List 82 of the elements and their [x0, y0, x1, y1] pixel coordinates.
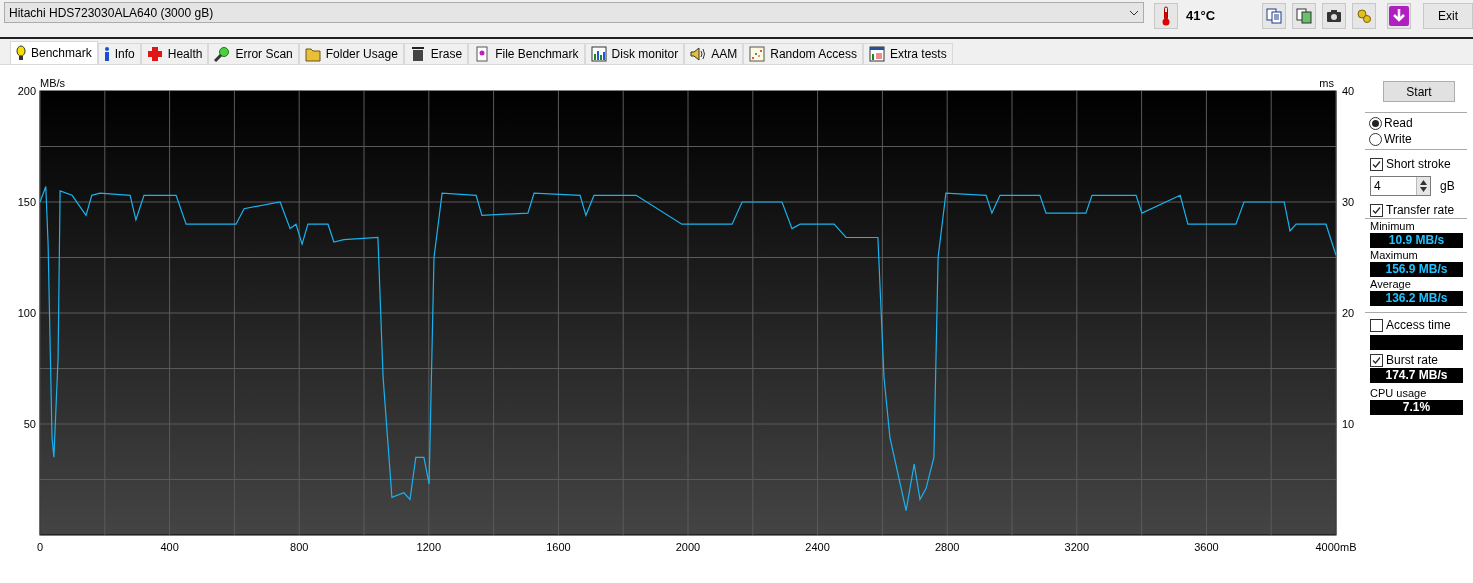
temperature-reading: 41°C — [1186, 6, 1216, 25]
tab[interactable]: Folder Usage — [298, 43, 404, 64]
axis-tick-label: 2400 — [805, 541, 830, 553]
folder-icon — [304, 46, 321, 62]
tab[interactable]: Benchmark — [10, 41, 98, 64]
tab[interactable]: Disk monitor — [584, 43, 685, 64]
axis-tick-label: 150 — [17, 196, 36, 208]
tab[interactable]: Error Scan — [208, 43, 299, 64]
stat-value-display: 10.9 MB/s — [1370, 233, 1463, 248]
download-button[interactable] — [1387, 2, 1412, 29]
tab[interactable]: Erase — [403, 43, 469, 64]
axis-tick-label: 2800 — [934, 541, 960, 553]
checkbox[interactable] — [1370, 353, 1383, 367]
scatter-plot-icon — [749, 46, 766, 62]
unit-label: gB — [1440, 178, 1455, 195]
axis-label: ms — [1319, 77, 1334, 89]
axis-tick-label: 4000mB — [1315, 541, 1357, 553]
drive-dropdown[interactable]: Hitachi HDS723030ALA640 (3000 gB) — [4, 2, 1145, 23]
axis-tick-label: 2000 — [675, 541, 701, 553]
stat-label: CPU usage — [1370, 386, 1428, 400]
checkbox[interactable] — [1370, 203, 1383, 217]
exit-button[interactable]: Exit — [1423, 2, 1473, 29]
axis-tick-label: 20 — [1342, 307, 1355, 319]
radio-option[interactable]: Write — [1369, 131, 1467, 147]
chevron-down-icon — [1129, 9, 1140, 16]
camera-icon — [1326, 8, 1343, 23]
axis-tick-label: 50 — [23, 418, 36, 430]
checkbox[interactable] — [1370, 318, 1383, 332]
burst-rate-display: 174.7 MB/s — [1370, 368, 1463, 383]
checkbox-label: Short stroke — [1386, 156, 1451, 173]
tab[interactable]: File Benchmark — [468, 43, 585, 64]
stat-label: Maximum — [1370, 248, 1419, 262]
document-icon — [474, 46, 491, 62]
stat-value-display: 156.9 MB/s — [1370, 262, 1463, 277]
start-button[interactable]: Start — [1383, 81, 1455, 102]
axis-tick-label: 0 — [36, 541, 44, 553]
magnifier-icon — [214, 46, 231, 62]
checkbox-label: Access time — [1386, 317, 1451, 334]
axis-tick-label: 3600 — [1194, 541, 1219, 553]
options-button[interactable] — [1352, 2, 1377, 29]
stat-label: Minimum — [1370, 219, 1416, 233]
axis-tick-label: 3200 — [1064, 541, 1090, 553]
stat-value-display: 136.2 MB/s — [1370, 291, 1463, 306]
axis-tick-label: 1600 — [546, 541, 571, 553]
thermometer-icon — [1162, 5, 1171, 26]
axis-tick-label: 1200 — [416, 541, 442, 553]
checkbox-label: Burst rate — [1386, 352, 1439, 369]
axis-tick-label: 10 — [1342, 418, 1355, 430]
copy-text-button[interactable] — [1262, 2, 1287, 29]
stat-label: Average — [1370, 277, 1412, 291]
radio-option[interactable]: Read — [1369, 115, 1467, 131]
thermometer-button[interactable] — [1154, 2, 1179, 29]
radio-button[interactable] — [1369, 116, 1382, 130]
lightbulb-icon — [16, 45, 26, 61]
cpu-usage-display: 7.1% — [1370, 400, 1463, 415]
axis-label: MB/s — [40, 77, 66, 89]
axis-tick-label: 200 — [17, 85, 36, 97]
speaker-icon — [690, 46, 707, 62]
cross-icon — [146, 46, 163, 62]
tab[interactable]: Info — [97, 43, 141, 64]
trash-can-icon — [409, 46, 426, 62]
radio-button[interactable] — [1369, 132, 1382, 146]
tab[interactable]: Extra tests — [862, 43, 953, 64]
number-spinner[interactable]: 4 — [1370, 176, 1431, 196]
info-icon — [103, 46, 110, 62]
copy-image-button[interactable] — [1292, 2, 1317, 29]
documents-icon — [1266, 7, 1283, 24]
axis-tick-label: 40 — [1342, 85, 1355, 97]
axis-tick-label: 100 — [17, 307, 36, 319]
bar-graph-icon — [590, 46, 607, 62]
tab[interactable]: Random Access — [743, 43, 863, 64]
axis-tick-label: 800 — [290, 541, 309, 553]
tab[interactable]: Health — [140, 43, 209, 64]
documents-icon — [1296, 7, 1313, 24]
axis-tick-label: 30 — [1342, 196, 1355, 208]
gears-icon — [1356, 7, 1373, 24]
checkbox[interactable] — [1370, 157, 1383, 171]
checkbox-label: Transfer rate — [1386, 202, 1455, 219]
axis-tick-label: 400 — [160, 541, 179, 553]
screenshot-button[interactable] — [1322, 2, 1347, 29]
tab[interactable]: AAM — [684, 43, 744, 64]
chart-grid-icon — [868, 46, 885, 62]
